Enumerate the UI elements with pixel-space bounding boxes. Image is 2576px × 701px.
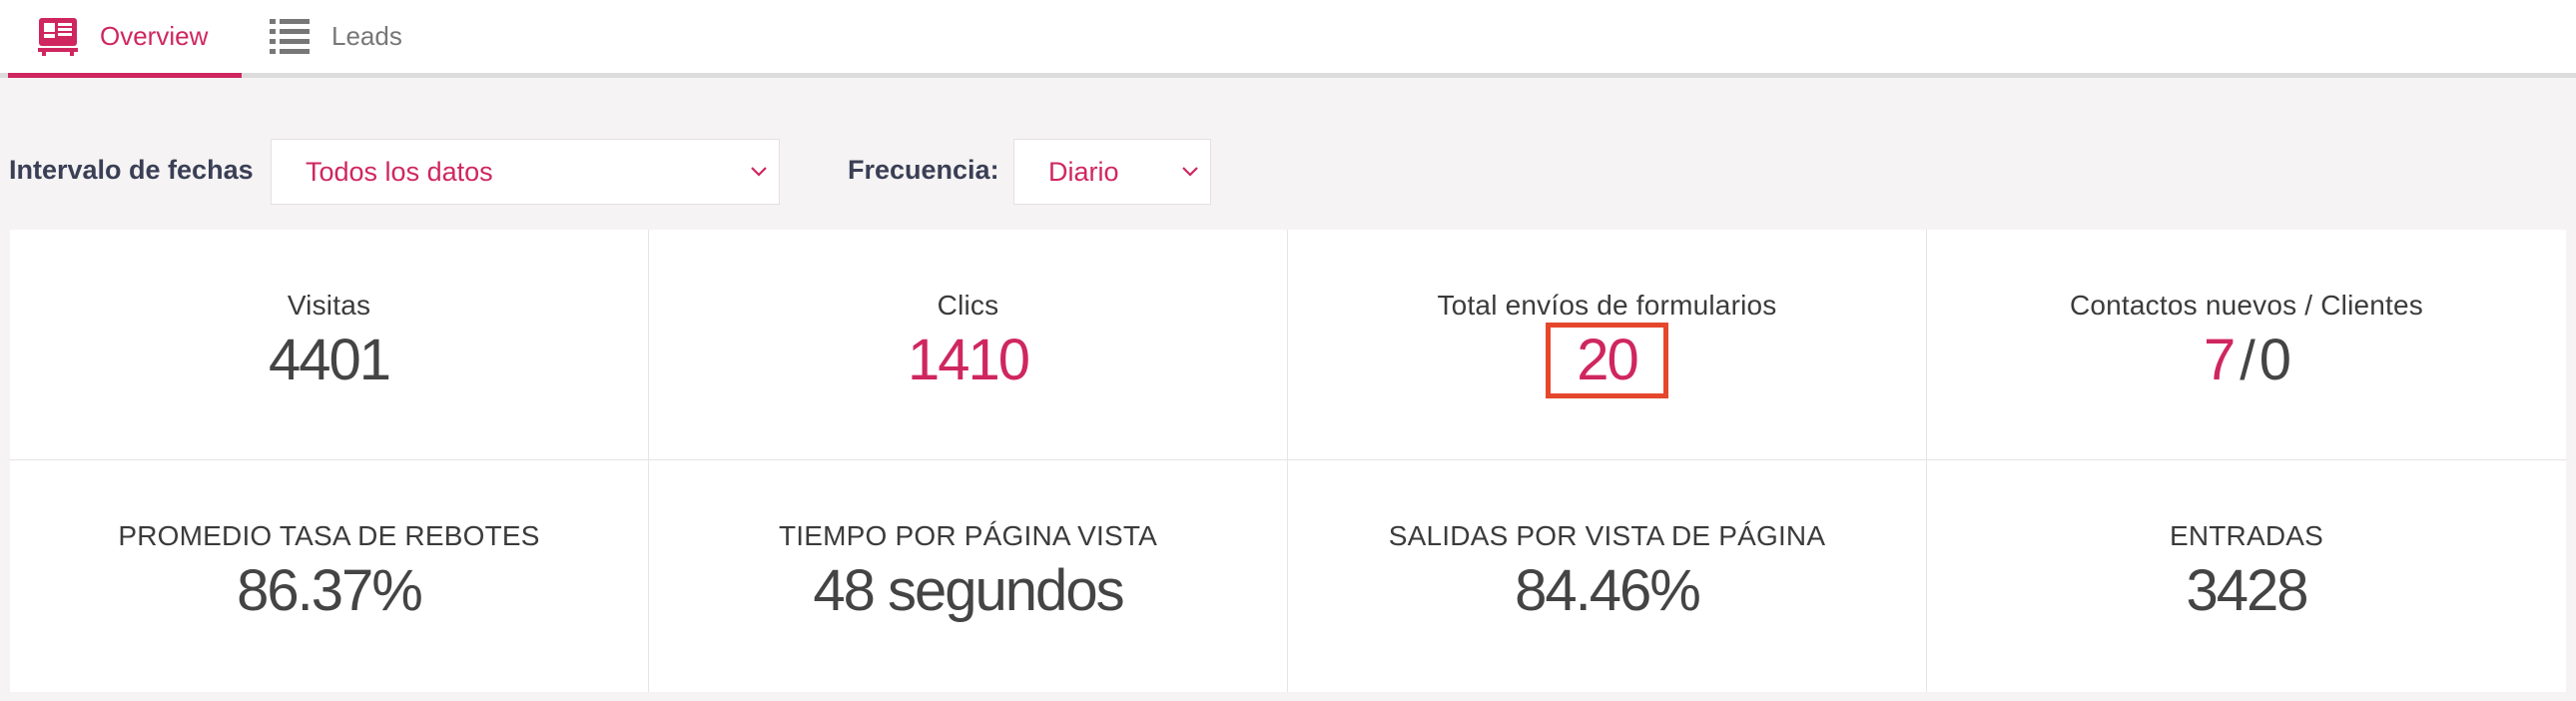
tab-overview-label: Overview bbox=[100, 21, 209, 51]
tab-overview[interactable]: Overview bbox=[8, 0, 242, 78]
stat-separator: / bbox=[2240, 329, 2255, 391]
dashboard-icon bbox=[38, 17, 78, 56]
tab-leads-label: Leads bbox=[331, 21, 402, 51]
filters-bar: Intervalo de fechas Todos los datos Frec… bbox=[0, 139, 2576, 205]
stat-value-highlighted[interactable]: 20 bbox=[1546, 323, 1668, 398]
date-range-select[interactable]: Todos los datos bbox=[271, 139, 780, 205]
list-icon bbox=[270, 18, 310, 55]
stat-label: Contactos nuevos / Clientes bbox=[2069, 290, 2424, 321]
stat-time-per-page: TIEMPO POR PÁGINA VISTA 48 segundos bbox=[649, 460, 1288, 692]
stat-contacts-value: 7 bbox=[2203, 328, 2236, 392]
stat-value: 84.46% bbox=[1515, 558, 1701, 623]
stat-label: Total envíos de formularios bbox=[1437, 290, 1777, 321]
chevron-down-icon bbox=[739, 166, 779, 178]
tab-bar: Overview Leads bbox=[0, 0, 2576, 78]
frequency-value: Diario bbox=[1048, 156, 1119, 187]
chevron-down-icon bbox=[1170, 166, 1210, 178]
frequency-select[interactable]: Diario bbox=[1013, 139, 1211, 205]
stat-contacts-clients: Contactos nuevos / Clientes 7/0 bbox=[1927, 230, 2566, 460]
stat-label: TIEMPO POR PÁGINA VISTA bbox=[778, 520, 1158, 551]
stat-value: 3428 bbox=[2186, 558, 2308, 623]
stat-value: 86.37% bbox=[237, 558, 423, 623]
stat-label: Visitas bbox=[287, 290, 371, 321]
date-range-value: Todos los datos bbox=[306, 156, 493, 187]
stats-grid: Visitas 4401 Clics 1410 Total envíos de … bbox=[10, 230, 2566, 692]
stat-clients-value: 0 bbox=[2258, 328, 2291, 392]
tab-leads[interactable]: Leads bbox=[270, 0, 429, 73]
stat-label: Clics bbox=[937, 290, 999, 321]
frequency-label: Frecuencia: bbox=[848, 155, 999, 185]
stat-bounce-rate: PROMEDIO TASA DE REBOTES 86.37% bbox=[10, 460, 649, 692]
stat-label: PROMEDIO TASA DE REBOTES bbox=[118, 520, 540, 551]
date-range-label: Intervalo de fechas bbox=[9, 155, 254, 185]
stat-form-submissions: Total envíos de formularios 20 bbox=[1288, 230, 1927, 460]
stat-label: SALIDAS POR VISTA DE PÁGINA bbox=[1388, 520, 1826, 551]
stat-value: 1410 bbox=[907, 328, 1030, 392]
stat-value: 4401 bbox=[268, 328, 391, 392]
stat-label: ENTRADAS bbox=[2169, 520, 2324, 551]
stat-clicks: Clics 1410 bbox=[649, 230, 1288, 460]
stat-entries: ENTRADAS 3428 bbox=[1927, 460, 2566, 692]
stat-visits: Visitas 4401 bbox=[10, 230, 649, 460]
stat-exits-per-page: SALIDAS POR VISTA DE PÁGINA 84.46% bbox=[1288, 460, 1927, 692]
stat-value: 48 segundos bbox=[813, 558, 1124, 623]
